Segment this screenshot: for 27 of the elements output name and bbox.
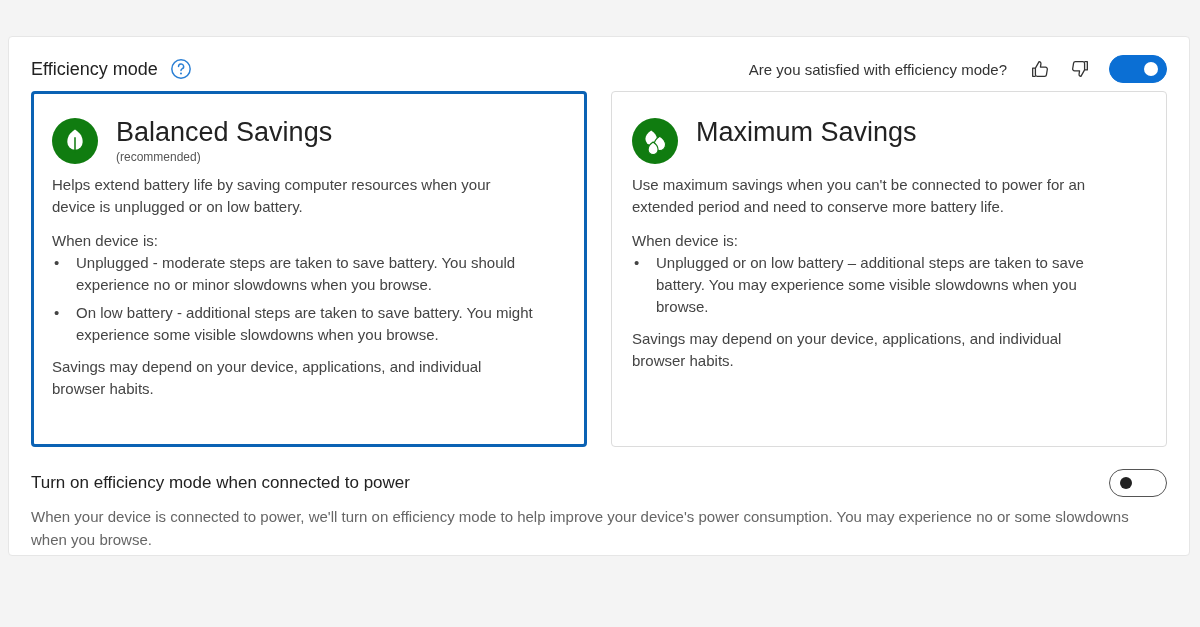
list-heading: When device is: — [632, 231, 739, 251]
bullet-mark: • — [54, 303, 61, 323]
bullet-mark: • — [634, 253, 641, 273]
bullet-text: Unplugged or on low battery – additional steps are taken to save battery. You may experience some visible slowdowns when you browse. — [656, 253, 1085, 317]
thumbs-up-icon[interactable] — [1029, 58, 1051, 80]
leaf-icon — [52, 118, 98, 164]
card-note: Savings may depend on your device, applications, and individual browser habits. — [52, 357, 483, 399]
card-note: Savings may depend on your device, applications, and individual browser habits. — [632, 329, 1063, 371]
thumbs-down-icon[interactable] — [1069, 58, 1091, 80]
card-title: Maximum Savings — [696, 116, 917, 149]
toggle-switch[interactable] — [1109, 469, 1167, 497]
list-heading: When device is: — [52, 231, 159, 251]
toggle-switch[interactable] — [1109, 55, 1167, 83]
feedback-question: Are you satisfied with efficiency mode? — [748, 60, 1007, 78]
bullet-mark: • — [54, 253, 61, 273]
card-description: Helps extend battery life by saving computer resources when your device is unplugged or on low battery. — [52, 175, 492, 217]
setting-description: When your device is connected to power, we'll turn on efficiency mode to help improve your device's power consumption. You may experience no or some slowdowns when you browse. — [31, 507, 1130, 550]
bullet-text: On low battery - additional steps are taken to save battery. You might experience some visible slowdowns when you browse. — [76, 303, 534, 345]
leaves-icon — [632, 118, 678, 164]
help-icon[interactable] — [169, 58, 192, 80]
card-title: Balanced Savings — [116, 116, 333, 149]
setting-title: Turn on efficiency mode when connected to power — [31, 473, 410, 493]
card-description: Use maximum savings when you can't be connected to power for an extended period and need to conserve more battery life. — [632, 175, 1087, 217]
bullet-text: Unplugged - moderate steps are taken to save battery. You should experience no or minor slowdowns when you browse. — [76, 253, 517, 295]
card-subtitle: (recommended) — [116, 150, 202, 164]
savings-card[interactable] — [31, 91, 587, 447]
section-title: Efficiency mode — [31, 58, 158, 80]
